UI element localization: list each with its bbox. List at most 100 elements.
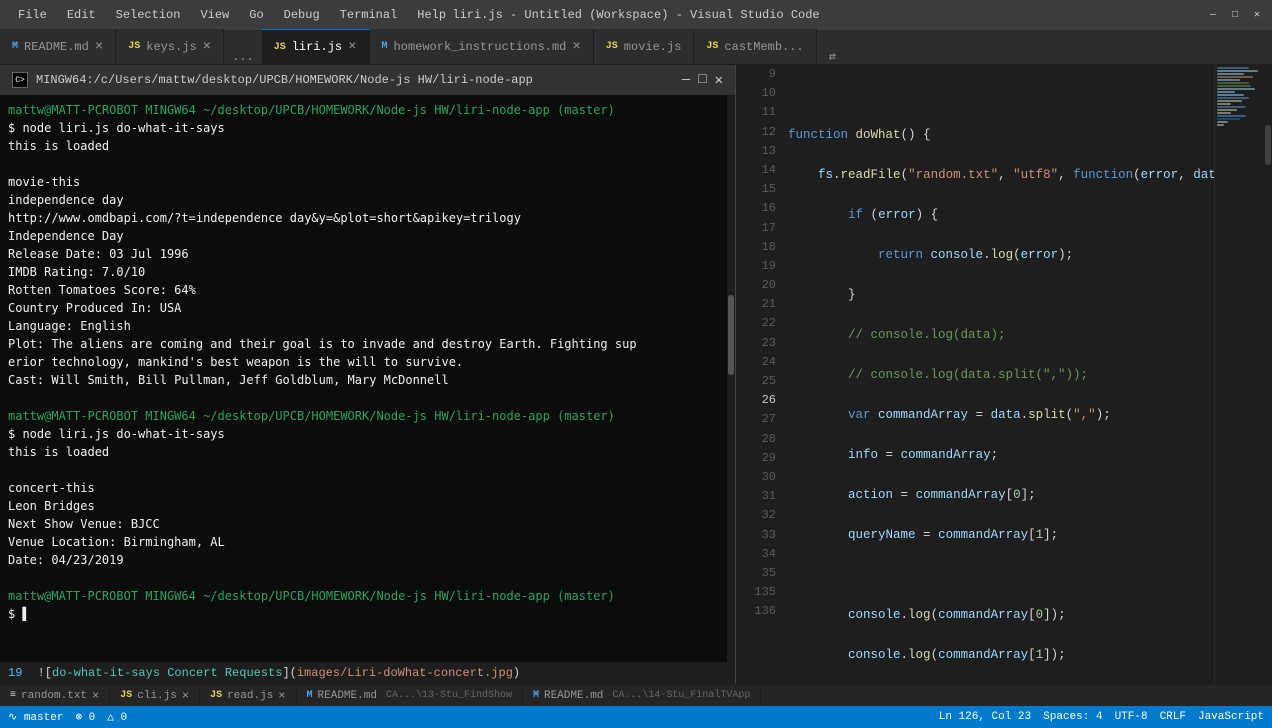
tab-more-button[interactable]: ... (224, 50, 262, 64)
tab-icon-js-movie: JS (606, 41, 618, 52)
vertical-scrollbar[interactable] (1264, 65, 1272, 684)
tab-close-keys[interactable]: × (203, 39, 211, 55)
bottom-tab-path-2: CA...\14-Stu_FinalTVApp (612, 690, 750, 701)
ln-26: 26 (736, 391, 776, 410)
terminal-body[interactable]: mattw@MATT-PCROBOT MINGW64 ~/desktop/UPC… (0, 95, 735, 629)
bottom-tab-close-cli[interactable]: × (182, 689, 189, 703)
tab-close-readme[interactable]: × (95, 39, 103, 55)
mm-line (1217, 100, 1242, 102)
bottom-tab-close-readjs[interactable]: × (278, 689, 285, 703)
terminal-title-bar: C> MINGW64:/c/Users/mattw/desktop/UPCB/H… (0, 65, 735, 95)
tab-bar: M README.md × JS keys.js × ... JS liri.j… (0, 30, 1272, 65)
bottom-tab-random[interactable]: ≡ random.txt × (0, 685, 110, 707)
ln-28: 28 (736, 430, 776, 449)
ln-20: 20 (736, 276, 776, 295)
menu-edit[interactable]: Edit (57, 4, 106, 26)
bottom-tab-path-1: CA...\13-Stu_FindShow (386, 690, 512, 701)
tab-liri[interactable]: JS liri.js × (262, 29, 370, 64)
code-line-21 (788, 565, 1214, 585)
terminal-scrollbar[interactable] (727, 95, 735, 684)
close-button[interactable]: ✕ (1250, 8, 1264, 22)
tab-keys[interactable]: JS keys.js × (116, 29, 224, 64)
code-area: 9 10 11 12 13 14 15 16 17 18 19 20 21 22… (736, 65, 1272, 684)
window-title: liri.js - Untitled (Workspace) - Visual … (452, 8, 819, 22)
mm-line (1217, 112, 1231, 114)
tab-icon-md-hw: M (382, 41, 388, 52)
bottom-tab-icon-md-2: M (533, 690, 539, 701)
app-window: File Edit Selection View Go Debug Termin… (0, 0, 1272, 728)
bottom-tab-readme1[interactable]: M README.md CA...\13-Stu_FindShow (297, 685, 523, 707)
tab-close-hw[interactable]: × (572, 39, 580, 55)
status-encoding[interactable]: UTF-8 (1115, 711, 1148, 723)
bottom-tab-close-random[interactable]: × (92, 689, 99, 703)
ln-19: 19 (736, 257, 776, 276)
menu-bar: File Edit Selection View Go Debug Termin… (8, 4, 456, 26)
terminal-line: Release Date: 03 Jul 1996 (8, 245, 727, 263)
ln-31: 31 (736, 487, 776, 506)
terminal-line: erior technology, mankind's best weapon … (8, 353, 727, 371)
menu-debug[interactable]: Debug (274, 4, 330, 26)
minimap (1214, 65, 1264, 684)
tab-label-keys: keys.js (146, 40, 196, 54)
status-warnings[interactable]: △ 0 (107, 710, 127, 724)
ln-21: 21 (736, 295, 776, 314)
tab-castmemb[interactable]: JS castMemb... (694, 29, 816, 64)
tab-label-castmemb: castMemb... (724, 40, 803, 54)
tab-split-button[interactable]: ⇄ (821, 49, 844, 64)
ln-10: 10 (736, 84, 776, 103)
menu-help[interactable]: Help (407, 4, 456, 26)
ln-34: 34 (736, 545, 776, 564)
menu-terminal[interactable]: Terminal (330, 4, 408, 26)
minimize-button[interactable]: ― (1206, 8, 1220, 22)
terminal-line (8, 569, 727, 587)
tab-label-liri: liri.js (292, 40, 342, 54)
status-spaces[interactable]: Spaces: 4 (1043, 711, 1102, 723)
menu-selection[interactable]: Selection (106, 4, 191, 26)
ln-135: 135 (736, 583, 776, 602)
menu-file[interactable]: File (8, 4, 57, 26)
preview-separator (26, 666, 33, 680)
ln-17: 17 (736, 219, 776, 238)
bottom-tab-readjs[interactable]: JS read.js × (200, 685, 296, 707)
ln-35: 35 (736, 564, 776, 583)
tab-readme[interactable]: M README.md × (0, 29, 116, 64)
menu-go[interactable]: Go (239, 4, 273, 26)
terminal-line: mattw@MATT-PCROBOT MINGW64 ~/desktop/UPC… (8, 587, 727, 605)
ln-30: 30 (736, 468, 776, 487)
tab-movie[interactable]: JS movie.js (594, 29, 695, 64)
terminal-close[interactable]: ✕ (715, 72, 723, 89)
ln-13: 13 (736, 142, 776, 161)
status-position[interactable]: Ln 126, Col 23 (939, 711, 1031, 723)
mm-line (1217, 97, 1249, 99)
maximize-button[interactable]: □ (1228, 8, 1242, 22)
status-branch[interactable]: ∿ master (8, 710, 63, 724)
terminal-maximize[interactable]: □ (698, 72, 706, 89)
code-line-11: fs.readFile("random.txt", "utf8", functi… (788, 165, 1214, 185)
tab-close-liri[interactable]: × (348, 39, 356, 55)
bottom-tab-label-readme1: README.md (318, 690, 377, 702)
ln-12: 12 (736, 123, 776, 142)
bottom-tab-bar: ≡ random.txt × JS cli.js × JS read.js × … (0, 684, 1272, 706)
status-bar-right: Ln 126, Col 23 Spaces: 4 UTF-8 CRLF Java… (939, 711, 1264, 723)
status-line-ending[interactable]: CRLF (1160, 711, 1186, 723)
status-errors[interactable]: ⊗ 0 (75, 710, 95, 724)
line-numbers: 9 10 11 12 13 14 15 16 17 18 19 20 21 22… (736, 65, 784, 684)
content-area: C> MINGW64:/c/Users/mattw/desktop/UPCB/H… (0, 65, 1272, 684)
bottom-tab-cli[interactable]: JS cli.js × (110, 685, 200, 707)
scrollbar-thumb (1265, 125, 1271, 165)
mm-line (1217, 76, 1253, 78)
status-language[interactable]: JavaScript (1198, 711, 1264, 723)
bottom-tab-icon-js-read: JS (210, 690, 222, 701)
code-editor: 9 10 11 12 13 14 15 16 17 18 19 20 21 22… (736, 65, 1272, 684)
bottom-tab-label-readme2: README.md (544, 690, 603, 702)
menu-view[interactable]: View (190, 4, 239, 26)
terminal-line: Date: 04/23/2019 (8, 551, 727, 569)
preview-bar-bottom: 19 ![do-what-it-says Concert Requests](i… (0, 662, 735, 684)
code-content[interactable]: function doWhat() { fs.readFile("random.… (784, 65, 1214, 684)
ln-24: 24 (736, 353, 776, 372)
tab-homework[interactable]: M homework_instructions.md × (370, 29, 594, 64)
terminal-line: this is loaded (8, 443, 727, 461)
bottom-tab-readme2[interactable]: M README.md CA...\14-Stu_FinalTVApp (523, 685, 761, 707)
mm-line (1217, 106, 1246, 108)
terminal-minimize[interactable]: ― (682, 72, 690, 89)
